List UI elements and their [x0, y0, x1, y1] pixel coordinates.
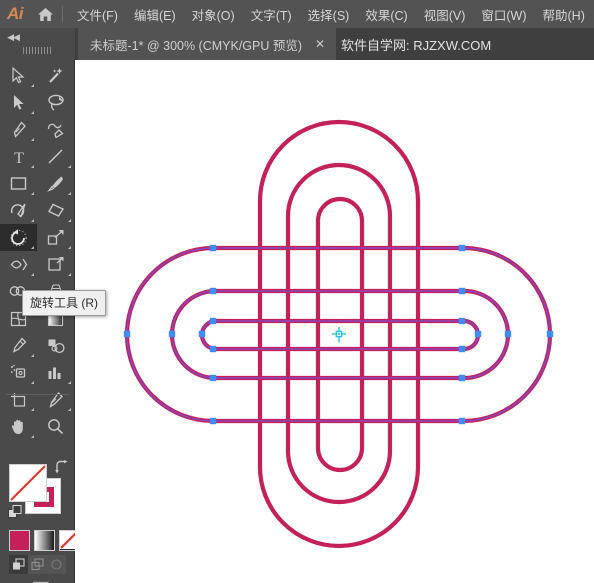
app-logo: Ai — [7, 4, 24, 23]
magic-wand-tool[interactable] — [37, 62, 74, 89]
horizontal-stadium-middle-selection — [171, 290, 509, 379]
artwork-svg — [123, 119, 554, 549]
anchor-point[interactable] — [209, 345, 217, 353]
horizontal-stadium-middle[interactable] — [169, 288, 511, 381]
scale-tool[interactable] — [37, 224, 74, 251]
color-swatch-button[interactable] — [9, 530, 30, 551]
direct-selection-tool[interactable] — [0, 89, 37, 116]
collapse-panel-button[interactable]: ◀◀ — [5, 31, 21, 43]
draw-behind-button[interactable] — [28, 555, 47, 574]
paintbrush-tool[interactable] — [37, 170, 74, 197]
blend-tool[interactable] — [37, 332, 74, 359]
menu-file[interactable]: 文件(F) — [69, 1, 126, 28]
lasso-tool[interactable] — [37, 89, 74, 116]
shaper-tool[interactable] — [0, 197, 37, 224]
menu-separator — [62, 6, 63, 22]
width-tool[interactable] — [0, 251, 37, 278]
anchor-point[interactable] — [458, 287, 466, 295]
default-fill-stroke-icon[interactable] — [8, 505, 22, 519]
rotate-tool[interactable] — [0, 224, 37, 251]
tab-bar: ◀◀ 未标题-1* @ 300% (CMYK/GPU 预览) ✕ 软件自学网: … — [0, 28, 594, 60]
anchor-point[interactable] — [123, 330, 131, 338]
anchor-point[interactable] — [209, 287, 217, 295]
vertical-stadium-inner[interactable] — [315, 196, 365, 473]
svg-text:T: T — [14, 150, 24, 165]
color-mode-row — [9, 530, 80, 551]
free-transform-tool[interactable] — [37, 251, 74, 278]
draw-normal-button[interactable] — [9, 555, 28, 574]
tool-tooltip: 旋转工具 (R) — [22, 290, 106, 316]
gradient-swatch-button[interactable] — [34, 530, 55, 551]
rotation-origin-point[interactable] — [332, 327, 346, 343]
draw-inside-button[interactable] — [47, 555, 66, 574]
no-fill-icon — [10, 465, 46, 501]
eraser-tool[interactable] — [37, 197, 74, 224]
anchor-point[interactable] — [504, 330, 512, 338]
menu-view[interactable]: 视图(V) — [416, 1, 474, 28]
horizontal-stadium-inner-selection — [201, 320, 479, 350]
fill-swatch[interactable] — [9, 464, 47, 502]
anchor-point[interactable] — [458, 374, 466, 382]
symbol-sprayer-tool[interactable] — [0, 359, 37, 386]
menu-object[interactable]: 对象(O) — [184, 1, 243, 28]
menu-effect[interactable]: 效果(C) — [357, 1, 415, 28]
toolbar-divider — [6, 394, 69, 395]
line-segment-tool[interactable] — [37, 143, 74, 170]
drawing-modes-row — [9, 555, 66, 574]
anchor-point[interactable] — [209, 317, 217, 325]
eyedropper-tool[interactable] — [0, 332, 37, 359]
hand-tool[interactable] — [0, 413, 37, 440]
menu-window[interactable]: 窗口(W) — [473, 1, 534, 28]
menu-edit[interactable]: 编辑(E) — [126, 1, 184, 28]
zoom-tool[interactable] — [37, 413, 74, 440]
selection-tool[interactable] — [0, 62, 37, 89]
home-icon[interactable] — [30, 0, 60, 28]
menu-select[interactable]: 选择(S) — [300, 1, 358, 28]
anchor-point[interactable] — [458, 417, 466, 425]
illustrator-window: Ai 文件(F) 编辑(E) 对象(O) 文字(T) 选择(S) 效果(C) 视… — [0, 0, 594, 583]
anchor-point[interactable] — [168, 330, 176, 338]
document-canvas[interactable] — [75, 60, 594, 583]
anchor-point[interactable] — [458, 244, 466, 252]
column-graph-tool[interactable] — [37, 359, 74, 386]
anchor-point[interactable] — [458, 345, 466, 353]
fill-stroke-controls — [0, 460, 75, 535]
slice-tool[interactable] — [37, 386, 74, 413]
type-tool[interactable]: T — [0, 143, 37, 170]
horizontal-stadium-inner[interactable] — [199, 318, 481, 352]
document-tab-title: 未标题-1* @ 300% (CMYK/GPU 预览) — [90, 38, 303, 53]
swap-fill-stroke-icon[interactable] — [53, 460, 69, 474]
tools-panel: T 旋转工具 (R) — [0, 60, 106, 583]
anchor-point[interactable] — [209, 244, 217, 252]
menu-help[interactable]: 帮助(H) — [535, 1, 593, 28]
artboard-tool[interactable] — [0, 386, 37, 413]
curvature-tool[interactable] — [37, 116, 74, 143]
anchor-point[interactable] — [198, 330, 206, 338]
rectangle-tool[interactable] — [0, 170, 37, 197]
document-tab[interactable]: 未标题-1* @ 300% (CMYK/GPU 预览) ✕ — [78, 28, 337, 60]
toolbar-header: ◀◀ — [0, 28, 75, 60]
anchor-point[interactable] — [458, 317, 466, 325]
close-icon[interactable]: ✕ — [302, 28, 336, 60]
menu-type[interactable]: 文字(T) — [243, 1, 300, 28]
toolbar-drag-handle[interactable] — [23, 47, 53, 54]
anchor-point[interactable] — [546, 330, 554, 338]
tool-grid: T — [0, 62, 75, 440]
anchor-point[interactable] — [209, 374, 217, 382]
anchor-point[interactable] — [209, 417, 217, 425]
pen-tool[interactable] — [0, 116, 37, 143]
watermark-text: 软件自学网: RJZXW.COM — [341, 37, 492, 53]
anchor-point[interactable] — [474, 330, 482, 338]
menu-bar: Ai 文件(F) 编辑(E) 对象(O) 文字(T) 选择(S) 效果(C) 视… — [0, 0, 594, 28]
